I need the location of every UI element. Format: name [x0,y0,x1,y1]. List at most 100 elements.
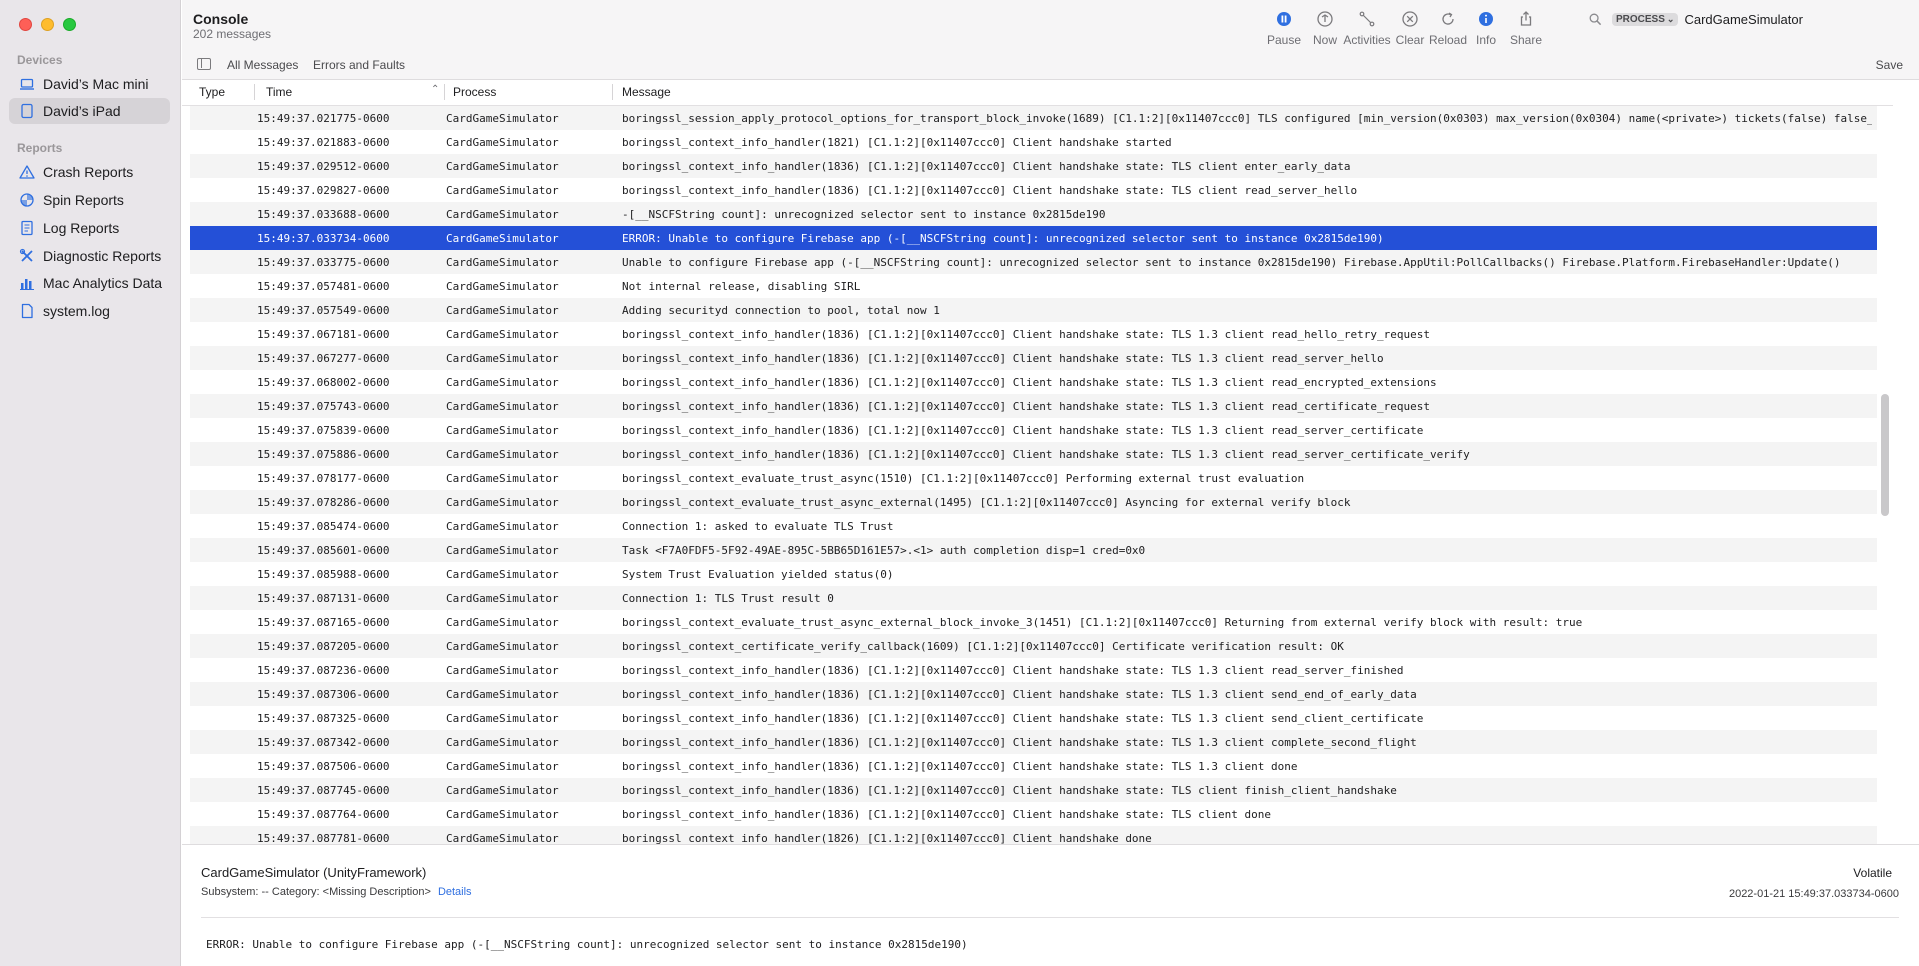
table-row[interactable]: 15:49:37.087506-0600 CardGameSimulator bor… [190,754,1877,778]
table-row[interactable]: 15:49:37.087131-0600 CardGameSimulator Con… [190,586,1877,610]
log-table[interactable]: 15:49:37.021176-0600 CardGameSimulator n… [182,80,1893,844]
zoom-window-button[interactable] [63,18,76,31]
table-row[interactable]: 15:49:37.087325-0600 CardGameSimulator bor… [190,706,1877,730]
row-time: 15:49:37.067277-0600 [257,352,390,365]
document-icon [19,220,35,236]
table-row[interactable]: 15:49:37.067277-0600 CardGameSimulator bor… [190,346,1877,370]
sidebar-item-log-reports[interactable]: Log Reports [9,215,170,241]
table-row[interactable]: 15:49:37.085601-0600 CardGameSimulator Tas… [190,538,1877,562]
row-time: 15:49:37.021775-0600 [257,112,390,125]
now-label: Now [1312,33,1337,47]
table-row[interactable]: 15:49:37.085474-0600 CardGameSimulator Con… [190,514,1877,538]
row-message: Not internal release, disabling SIRL [622,280,861,293]
row-message: boringssl_context_info_handler(1836) [C1… [622,400,1430,413]
row-message: boringssl_session_apply_protocol_options… [622,112,1872,125]
row-process: CardGameSimulator [446,472,559,485]
table-row[interactable]: 15:49:37.087342-0600 CardGameSimulator bor… [190,730,1877,754]
table-row[interactable]: 15:49:37.067181-0600 CardGameSimulator bor… [190,322,1877,346]
table-row[interactable]: 15:49:37.033688-0600 CardGameSimulator -[_… [190,202,1877,226]
table-row[interactable]: 15:49:37.075839-0600 CardGameSimulator bor… [190,418,1877,442]
table-row[interactable]: 15:49:37.087745-0600 CardGameSimulator bor… [190,778,1877,802]
search-token-process[interactable]: PROCESS ⌄ [1612,13,1679,26]
row-process: CardGameSimulator [446,352,559,365]
table-row[interactable]: 15:49:37.029827-0600 CardGameSimulator bor… [190,178,1877,202]
row-message: boringssl_context_info_handler(1836) [C1… [622,688,1417,701]
details-link[interactable]: Details [438,886,472,898]
row-time: 15:49:37.087205-0600 [257,640,390,653]
table-row[interactable]: 15:49:37.087165-0600 CardGameSimulator bor… [190,610,1877,634]
row-message: boringssl_context_info_handler(1836) [C1… [622,784,1397,797]
table-row[interactable]: 15:49:37.087205-0600 CardGameSimulator bor… [190,634,1877,658]
row-message: boringssl_context_info_handler(1836) [C1… [622,352,1384,365]
sidebar-item-diagnostic-reports[interactable]: Diagnostic Reports [9,243,170,269]
row-time: 15:49:37.068002-0600 [257,376,390,389]
table-row[interactable]: 15:49:37.057481-0600 CardGameSimulator Not… [190,274,1877,298]
minimize-window-button[interactable] [41,18,54,31]
row-message: ERROR: Unable to configure Firebase app … [622,232,1384,245]
save-button[interactable]: Save [1876,58,1903,72]
row-message: boringssl_context_evaluate_trust_async(1… [622,472,1305,485]
sidebar-item-mac-mini[interactable]: David’s Mac mini [9,71,170,97]
table-row[interactable]: 15:49:37.087764-0600 CardGameSimulator bor… [190,802,1877,826]
table-row[interactable]: 15:49:37.021883-0600 CardGameSimulator bor… [190,130,1877,154]
table-row[interactable]: 15:49:37.057549-0600 CardGameSimulator Add… [190,298,1877,322]
row-time: 15:49:37.057549-0600 [257,304,390,317]
table-row[interactable]: 15:49:37.033775-0600 CardGameSimulator Una… [190,250,1877,274]
row-process: CardGameSimulator [446,400,559,413]
table-row[interactable]: 15:49:37.078177-0600 CardGameSimulator bor… [190,466,1877,490]
column-header-time[interactable]: Time [266,85,292,99]
pause-icon [1274,9,1294,29]
row-message: Task <F7A0FDF5-5F92-49AE-895C-5BB65D161E… [622,544,1146,557]
column-divider[interactable] [254,84,255,100]
sidebar-item-label: system.log [43,303,110,319]
sidebar-item-label: Spin Reports [43,192,124,208]
sidebar-item-spin-reports[interactable]: Spin Reports [9,187,170,213]
search-input[interactable]: CardGameSimulator [1684,12,1803,27]
sort-ascending-icon: ⌃ [431,84,440,95]
sidebar-item-system-log[interactable]: system.log [9,298,170,324]
column-header-type[interactable]: Type [199,85,225,99]
sidebar-item-ipad[interactable]: David’s iPad [9,98,170,124]
column-header-message[interactable]: Message [622,85,671,99]
table-row[interactable]: 15:49:37.029512-0600 CardGameSimulator bor… [190,154,1877,178]
row-message: Unable to configure Firebase app (-[__NS… [622,256,1841,269]
row-message: boringssl_context_info_handler(1826) [C1… [622,832,1152,844]
table-row[interactable]: 15:49:37.087781-0600 CardGameSimulator bor… [190,826,1877,844]
row-time: 15:49:37.085601-0600 [257,544,390,557]
close-window-button[interactable] [19,18,32,31]
sidebar-item-label: David’s Mac mini [43,76,149,92]
sidebar-item-crash-reports[interactable]: Crash Reports [9,159,170,185]
table-row[interactable]: 15:49:37.087236-0600 CardGameSimulator bor… [190,658,1877,682]
column-divider[interactable] [612,84,613,100]
column-header-process[interactable]: Process [453,85,496,99]
sidebar-item-label: Log Reports [43,220,120,236]
sidebar-item-mac-analytics[interactable]: Mac Analytics Data [9,270,170,296]
row-time: 15:49:37.067181-0600 [257,328,390,341]
row-time: 15:49:37.085988-0600 [257,568,390,581]
table-row[interactable]: 15:49:37.087306-0600 CardGameSimulator bor… [190,682,1877,706]
tab-all-messages[interactable]: All Messages [227,58,298,72]
row-message: Connection 1: asked to evaluate TLS Trus… [622,520,894,533]
row-process: CardGameSimulator [446,712,559,725]
sidebar: Devices David’s Mac mini David’s iPad Re… [0,0,181,966]
row-process: CardGameSimulator [446,232,559,245]
table-row[interactable]: 15:49:37.075886-0600 CardGameSimulator bor… [190,442,1877,466]
window-title: Console [193,11,249,27]
sidebar-toggle-icon[interactable] [197,58,211,70]
row-process: CardGameSimulator [446,688,559,701]
row-time: 15:49:37.033734-0600 [257,232,390,245]
column-divider[interactable] [444,84,445,100]
table-row[interactable]: 15:49:37.085988-0600 CardGameSimulator Sys… [190,562,1877,586]
search-field[interactable]: PROCESS ⌄ CardGameSimulator [1584,8,1910,31]
row-time: 15:49:37.087764-0600 [257,808,390,821]
table-row[interactable]: 15:49:37.078286-0600 CardGameSimulator bor… [190,490,1877,514]
table-row[interactable]: 15:49:37.033734-0600 CardGameSimulator ERR… [190,226,1877,250]
vertical-scrollbar[interactable] [1881,394,1889,516]
row-message: boringssl_context_info_handler(1836) [C1… [622,664,1404,677]
row-process: CardGameSimulator [446,664,559,677]
chevron-down-icon: ⌄ [1666,14,1675,24]
tab-errors-faults[interactable]: Errors and Faults [313,58,405,72]
share-button[interactable]: Share [1501,9,1551,47]
table-row[interactable]: 15:49:37.068002-0600 CardGameSimulator bor… [190,370,1877,394]
table-row[interactable]: 15:49:37.075743-0600 CardGameSimulator bor… [190,394,1877,418]
